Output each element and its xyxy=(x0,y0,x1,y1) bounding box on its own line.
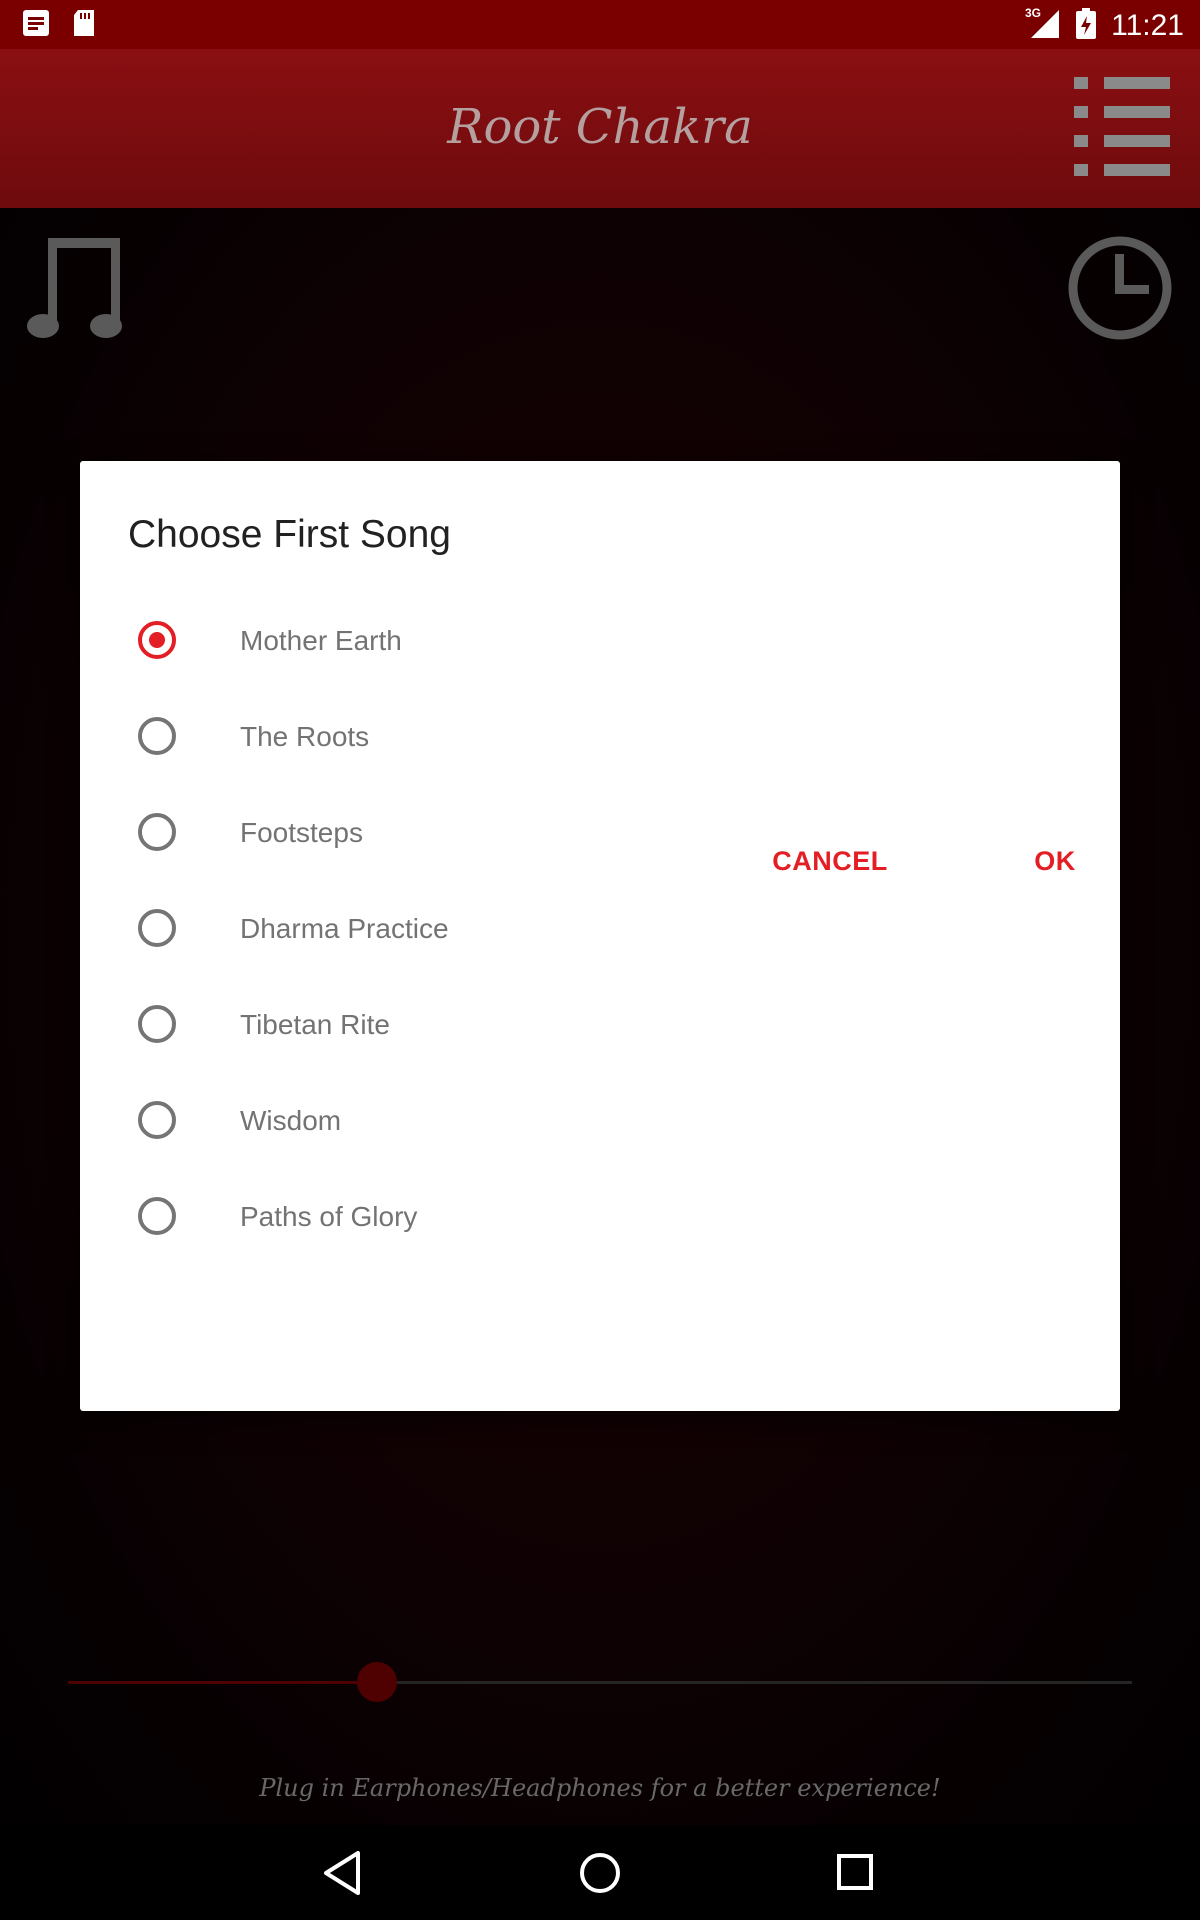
song-option-label: Dharma Practice xyxy=(240,913,449,944)
ok-button[interactable]: OK xyxy=(1010,846,1100,877)
song-option-label: Footsteps xyxy=(240,817,363,848)
song-option[interactable]: Footsteps xyxy=(80,787,1120,883)
recents-icon[interactable] xyxy=(830,1847,882,1899)
song-option[interactable]: Tibetan Rite xyxy=(80,979,1120,1075)
navigation-bar xyxy=(0,1825,1200,1920)
choose-song-dialog: Choose First Song Mother Earth The Roots… xyxy=(80,461,1120,1411)
dialog-title: Choose First Song xyxy=(128,513,451,556)
home-icon[interactable] xyxy=(574,1847,626,1899)
song-option-label: Wisdom xyxy=(240,1105,342,1136)
screen: 3G 11:21 Root Chakra Plug in Earphones/H… xyxy=(0,0,1200,1920)
radio-button[interactable] xyxy=(138,1101,176,1139)
list-icon[interactable] xyxy=(1074,75,1170,179)
toolbar: Root Chakra xyxy=(0,49,1200,208)
song-option-list: Mother Earth The Roots Footsteps Dharma … xyxy=(80,595,1120,1267)
notification-icon xyxy=(22,9,50,42)
song-option[interactable]: Wisdom xyxy=(80,1075,1120,1171)
back-icon[interactable] xyxy=(318,1847,370,1899)
cancel-button[interactable]: CANCEL xyxy=(755,846,905,877)
song-option-label: Mother Earth xyxy=(240,625,402,656)
song-option-label: Tibetan Rite xyxy=(240,1009,390,1040)
svg-text:3G: 3G xyxy=(1025,6,1041,20)
song-option-label: The Roots xyxy=(240,721,370,752)
battery-icon xyxy=(1075,6,1097,45)
song-option-label: Paths of Glory xyxy=(240,1201,418,1232)
song-option[interactable]: The Roots xyxy=(80,691,1120,787)
song-option[interactable]: Mother Earth xyxy=(80,595,1120,691)
signal-icon: 3G xyxy=(1025,6,1061,45)
song-option[interactable]: Paths of Glory xyxy=(80,1171,1120,1267)
radio-button[interactable] xyxy=(138,621,176,659)
status-bar: 3G 11:21 xyxy=(0,0,1200,49)
app-title: Root Chakra xyxy=(447,99,753,155)
radio-button[interactable] xyxy=(138,717,176,755)
radio-button[interactable] xyxy=(138,813,176,851)
radio-button[interactable] xyxy=(138,1005,176,1043)
song-option[interactable]: Dharma Practice xyxy=(80,883,1120,979)
status-time: 11:21 xyxy=(1111,8,1184,42)
radio-button[interactable] xyxy=(138,909,176,947)
sd-card-icon xyxy=(72,9,96,42)
radio-button[interactable] xyxy=(138,1197,176,1235)
